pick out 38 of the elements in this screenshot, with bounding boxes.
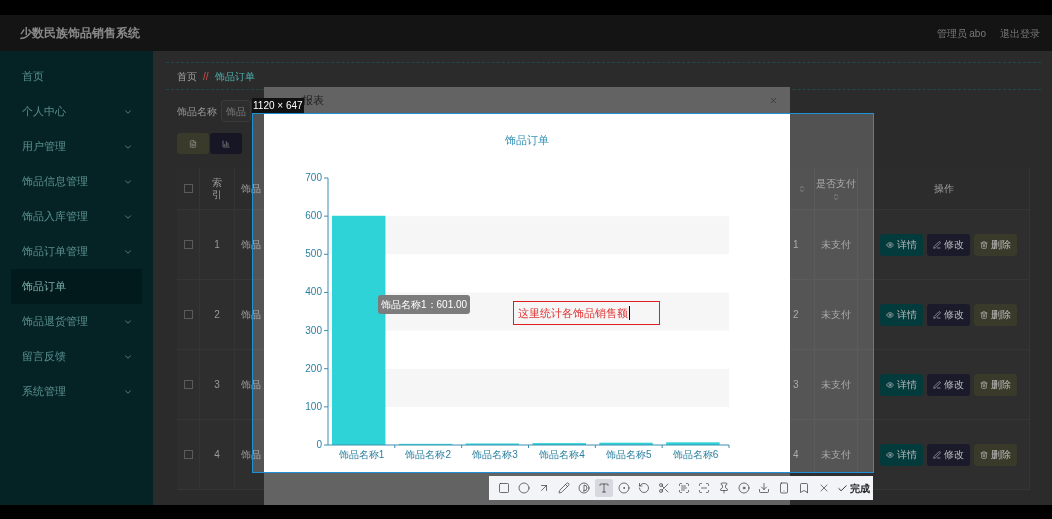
x-tick-label: 饰品名称2	[405, 449, 452, 460]
table-cell-text: 3	[793, 378, 799, 392]
table-cell-text: 2	[793, 308, 799, 322]
y-tick-label: 600	[305, 210, 322, 222]
table-cell-text: 未支付	[821, 238, 851, 252]
breadcrumb-current: 饰品订单	[214, 69, 255, 84]
chart-title: 饰品订单	[505, 133, 549, 148]
table-cell-text: 未支付	[821, 448, 851, 462]
x-tick-label: 饰品名称1	[338, 449, 385, 460]
column-header: 操作	[933, 182, 954, 196]
x-tick-label: 饰品名称5	[605, 449, 652, 460]
y-tick-label: 300	[305, 324, 322, 336]
x-tick-label: 饰品名称4	[539, 449, 585, 460]
table-cell-text: 未支付	[821, 308, 851, 322]
table-cell-text: 4	[793, 448, 799, 462]
app-title: 少数民族饰品销售系统	[20, 25, 140, 42]
y-tick-label: 0	[316, 439, 322, 450]
y-tick-label: 200	[305, 362, 322, 374]
y-tick-label: 700	[305, 172, 322, 183]
column-header: 是否支付	[816, 177, 856, 191]
column-header: 索引	[212, 176, 222, 201]
table-cell-text: 1	[214, 238, 220, 252]
chart-tooltip: 饰品名称1：601.00	[378, 295, 471, 314]
size-label: 1120 × 647	[252, 98, 304, 113]
search-label: 饰品名称	[177, 104, 217, 119]
table-cell-text: 3	[214, 378, 220, 392]
breadcrumb-separator: //	[203, 69, 209, 84]
table-cell-text: 4	[214, 448, 220, 462]
x-tick-label: 饰品名称6	[672, 449, 719, 460]
y-tick-label: 400	[305, 286, 322, 298]
table-cell-text: 未支付	[821, 378, 851, 392]
table-cell-text: 1	[793, 238, 799, 252]
table-cell-text: 2	[214, 308, 220, 322]
y-tick-label: 100	[305, 400, 322, 412]
x-tick-label: 饰品名称3	[472, 449, 518, 460]
user-label: 管理员 abo	[936, 26, 986, 41]
y-tick-label: 500	[305, 248, 322, 260]
annotation-box: 这里统计各饰品销售额	[513, 301, 660, 325]
